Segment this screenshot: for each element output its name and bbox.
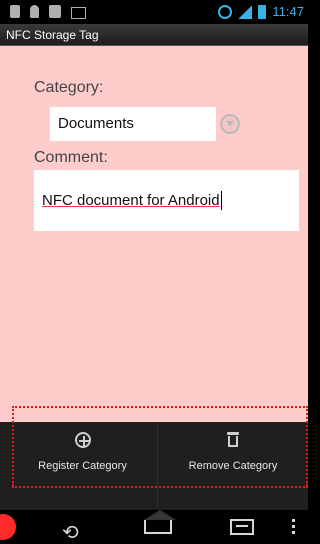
bottom-action-bar: Register Category Remove Category xyxy=(0,422,308,510)
app-title: NFC Storage Tag xyxy=(6,28,99,42)
highlight-right-border xyxy=(306,406,308,486)
status-left-icons xyxy=(10,5,86,19)
shopping-bag-icon xyxy=(49,5,61,18)
remove-category-label: Remove Category xyxy=(188,460,278,472)
sync-icon xyxy=(218,4,233,19)
category-dropdown-icon[interactable] xyxy=(220,114,240,134)
home-icon[interactable] xyxy=(144,510,176,534)
text-cursor xyxy=(220,191,222,210)
comment-text: NFC document for Android xyxy=(42,192,220,209)
main-content: Category: Documents Comment: NFC documen… xyxy=(0,46,308,422)
register-category-button[interactable]: Register Category xyxy=(8,424,158,508)
register-category-label: Register Category xyxy=(38,460,127,472)
comment-field[interactable]: NFC document for Android xyxy=(34,170,299,231)
category-label: Category: xyxy=(34,79,104,96)
back-icon[interactable]: ⟲ xyxy=(62,520,79,544)
battery-icon xyxy=(258,4,267,19)
trash-icon xyxy=(227,432,239,448)
nfc-icon xyxy=(10,5,20,18)
highlight-bottom-border xyxy=(12,486,308,488)
add-circle-icon xyxy=(74,432,91,448)
app-title-bar: NFC Storage Tag xyxy=(0,24,308,46)
recent-apps-icon[interactable] xyxy=(230,519,254,535)
highlight-left-border xyxy=(12,406,14,486)
gmail-icon xyxy=(71,7,86,19)
category-field[interactable]: Documents xyxy=(50,107,216,141)
status-bar: 11:47 xyxy=(0,0,308,24)
comment-label: Comment: xyxy=(34,149,108,166)
more-options-icon[interactable] xyxy=(292,519,295,522)
signal-icon xyxy=(238,4,253,19)
status-time: 11:47 xyxy=(272,4,304,19)
remove-category-button[interactable]: Remove Category xyxy=(158,424,308,508)
highlight-top-border xyxy=(12,406,308,408)
status-right-icons: 11:47 xyxy=(218,4,304,19)
system-navigation-bar: ⟲ xyxy=(0,510,308,544)
usb-icon xyxy=(30,5,39,18)
